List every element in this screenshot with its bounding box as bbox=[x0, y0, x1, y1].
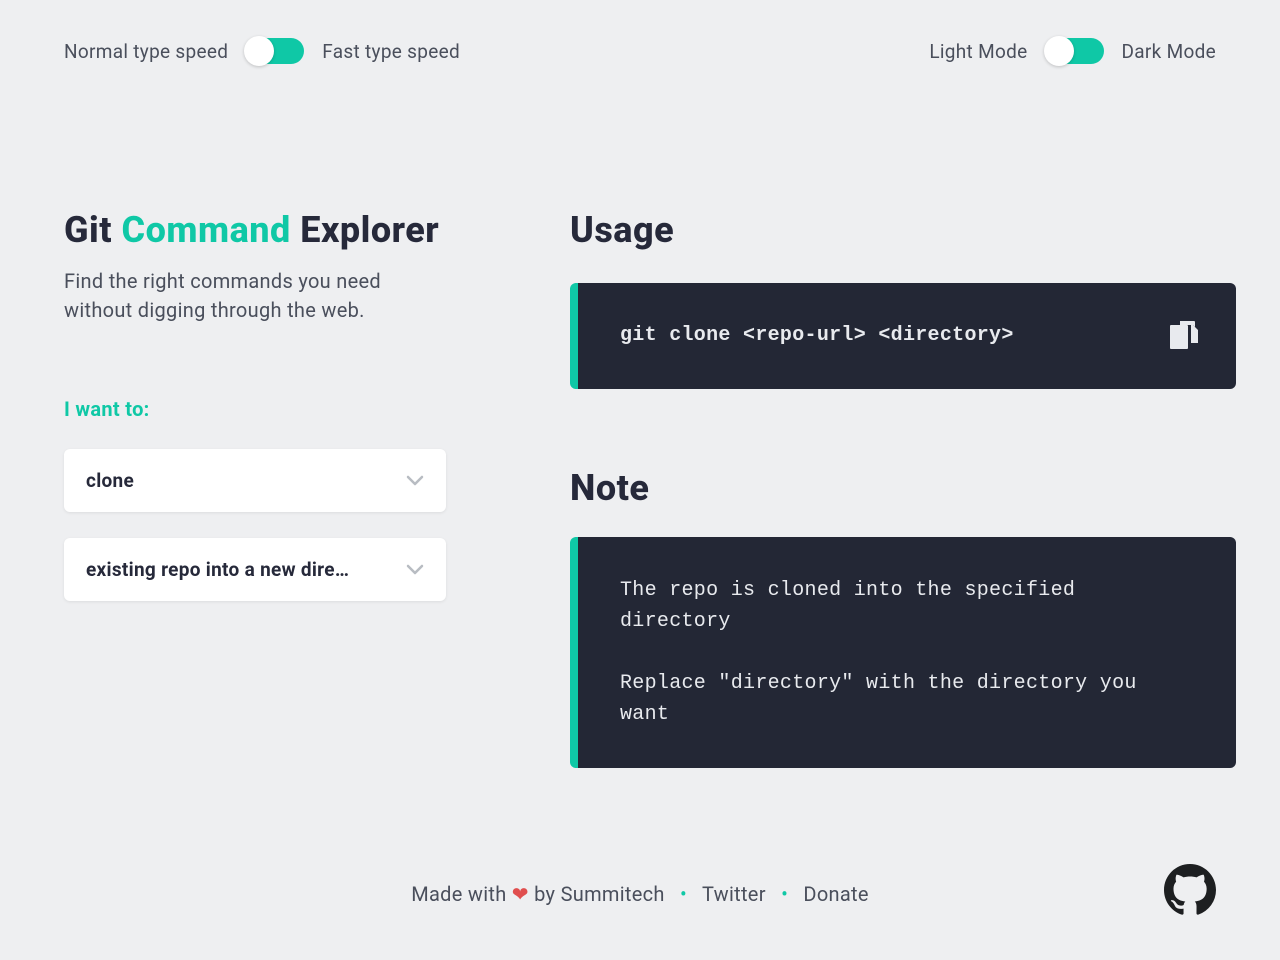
usage-heading: Usage bbox=[570, 209, 1236, 251]
footer-sep-icon: • bbox=[680, 882, 687, 906]
note-heading: Note bbox=[570, 467, 1236, 509]
prompt-label: I want to: bbox=[64, 397, 474, 421]
theme-toggle-group: Light Mode Dark Mode bbox=[929, 38, 1216, 64]
type-speed-toggle-group: Normal type speed Fast type speed bbox=[64, 38, 460, 64]
note-body: The repo is cloned into the specified di… bbox=[620, 575, 1194, 730]
theme-switch[interactable] bbox=[1046, 38, 1104, 64]
dark-mode-label: Dark Mode bbox=[1122, 40, 1217, 63]
donate-link[interactable]: Donate bbox=[803, 882, 868, 906]
usage-code-block: git clone <repo-url> <directory> bbox=[570, 283, 1236, 389]
usage-command: git clone <repo-url> <directory> bbox=[620, 324, 1014, 347]
light-mode-label: Light Mode bbox=[929, 40, 1027, 63]
type-speed-switch[interactable] bbox=[246, 38, 304, 64]
chevron-down-icon bbox=[406, 564, 424, 576]
heart-icon: ❤ bbox=[512, 882, 529, 906]
primary-action-value: clone bbox=[86, 469, 134, 492]
primary-action-dropdown[interactable]: clone bbox=[64, 449, 446, 512]
secondary-action-value: existing repo into a new dire… bbox=[86, 558, 349, 581]
fast-speed-label: Fast type speed bbox=[322, 40, 460, 63]
github-icon[interactable] bbox=[1164, 864, 1216, 916]
chevron-down-icon bbox=[406, 475, 424, 487]
page-title: Git Command Explorer bbox=[64, 209, 474, 251]
footer: Made with ❤ by Summitech • Twitter • Don… bbox=[0, 882, 1280, 906]
normal-speed-label: Normal type speed bbox=[64, 40, 228, 63]
note-block: The repo is cloned into the specified di… bbox=[570, 537, 1236, 768]
footer-made-post: by Summitech bbox=[529, 882, 665, 906]
twitter-link[interactable]: Twitter bbox=[702, 882, 766, 906]
secondary-action-dropdown[interactable]: existing repo into a new dire… bbox=[64, 538, 446, 601]
page-subtitle: Find the right commands you need without… bbox=[64, 267, 424, 325]
footer-made-pre: Made with bbox=[411, 882, 512, 906]
footer-sep-icon: • bbox=[781, 882, 788, 906]
copy-icon[interactable] bbox=[1170, 321, 1198, 351]
